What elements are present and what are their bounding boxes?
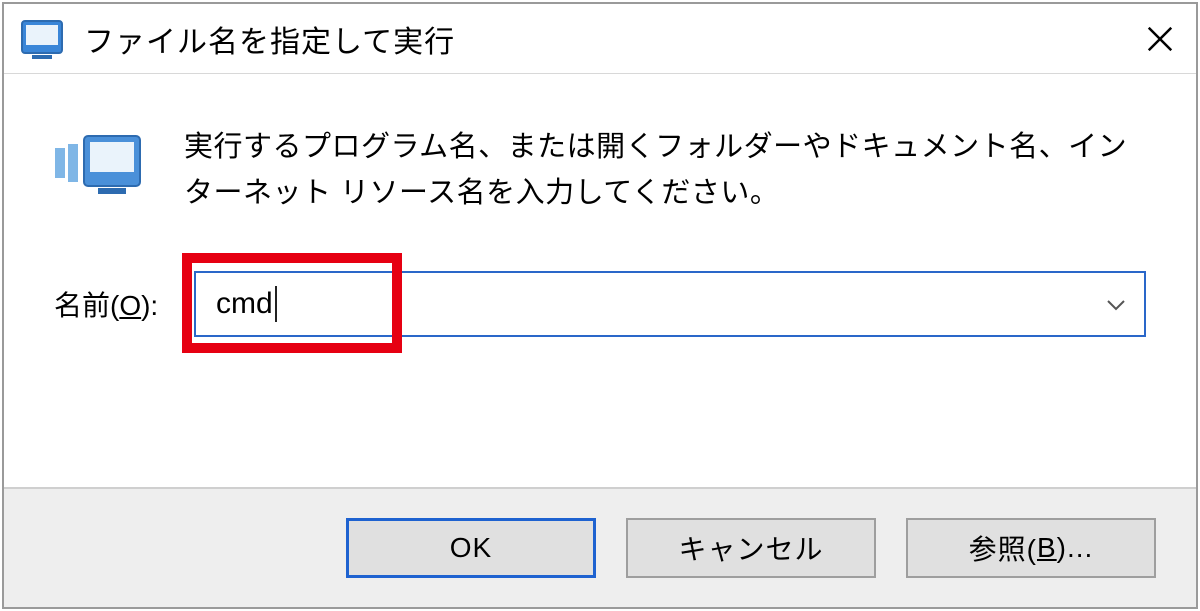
browse-button[interactable]: 参照(B)...	[906, 518, 1156, 578]
text-caret	[275, 286, 283, 322]
ok-button[interactable]: OK	[346, 518, 596, 578]
browse-prefix: 参照(	[969, 528, 1037, 568]
chevron-down-icon[interactable]	[1106, 291, 1126, 317]
description-text: 実行するプログラム名、または開くフォルダーやドキュメント名、インターネット リソ…	[184, 124, 1146, 217]
open-combobox[interactable]: cmd	[194, 271, 1146, 337]
dialog-body: 実行するプログラム名、または開くフォルダーやドキュメント名、インターネット リソ…	[4, 74, 1196, 487]
dialog-footer: OK キャンセル 参照(B)...	[4, 487, 1196, 607]
titlebar: ファイル名を指定して実行	[4, 4, 1196, 74]
close-icon[interactable]	[1132, 11, 1188, 67]
open-label-accel: O	[119, 290, 141, 321]
browse-accel: B	[1037, 532, 1057, 564]
ok-button-label: OK	[450, 532, 492, 564]
window-title: ファイル名を指定して実行	[84, 17, 1132, 61]
open-input-value: cmd	[216, 287, 273, 321]
open-label-prefix: 名前(	[54, 290, 119, 321]
open-label-suffix: ):	[141, 290, 158, 321]
run-dialog-window: ファイル名を指定して実行 実行するプログラム名、または開くフォルダーやドキュメン…	[2, 2, 1198, 609]
cancel-button-label: キャンセル	[678, 528, 823, 568]
run-icon	[54, 128, 144, 198]
browse-suffix: )...	[1057, 532, 1094, 564]
run-title-icon	[18, 15, 66, 63]
cancel-button[interactable]: キャンセル	[626, 518, 876, 578]
open-label: 名前(O):	[54, 284, 194, 324]
